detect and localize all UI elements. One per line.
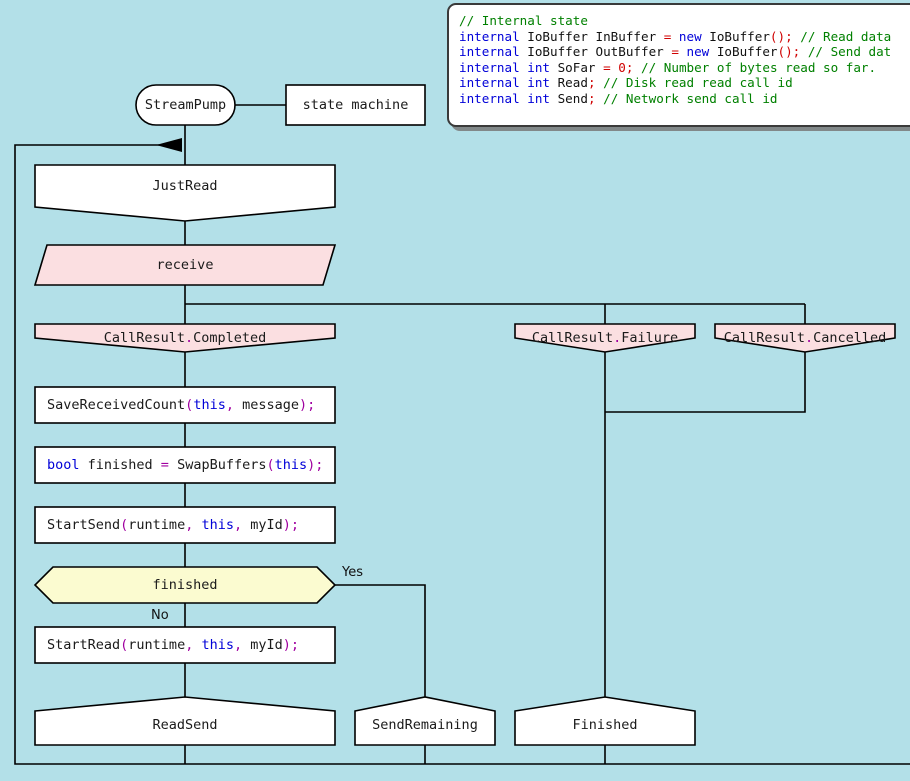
- edge-cancelled-merge: [605, 352, 806, 413]
- node-shapes: [33, 84, 896, 746]
- start-read-shape[interactable]: [34, 626, 336, 664]
- internal-state-code-text: // Internal state internal IoBuffer InBuf…: [459, 13, 892, 106]
- receive-shape[interactable]: [33, 244, 337, 286]
- call-failure-shape[interactable]: [514, 323, 696, 353]
- start-send-shape[interactable]: [34, 506, 336, 544]
- state-machine-shape[interactable]: [285, 84, 426, 126]
- finished-decision-shape[interactable]: [33, 566, 337, 604]
- just-read-shape[interactable]: [34, 164, 336, 222]
- loop-entry-arrowhead: [156, 138, 182, 152]
- send-remaining-shape[interactable]: [354, 696, 496, 746]
- stream-pump-shape[interactable]: [135, 84, 236, 126]
- edge-finished-yes-sendremaining: [335, 584, 426, 697]
- call-completed-shape[interactable]: [34, 323, 336, 353]
- finished-state-shape[interactable]: [514, 696, 696, 746]
- save-received-shape[interactable]: [34, 386, 336, 424]
- call-cancelled-shape[interactable]: [714, 323, 896, 353]
- read-send-shape[interactable]: [34, 696, 336, 746]
- internal-state-code-panel: // Internal state internal IoBuffer InBuf…: [447, 3, 910, 127]
- swap-buffers-shape[interactable]: [34, 446, 336, 484]
- flowchart-canvas: // Internal state internal IoBuffer InBuf…: [0, 0, 910, 781]
